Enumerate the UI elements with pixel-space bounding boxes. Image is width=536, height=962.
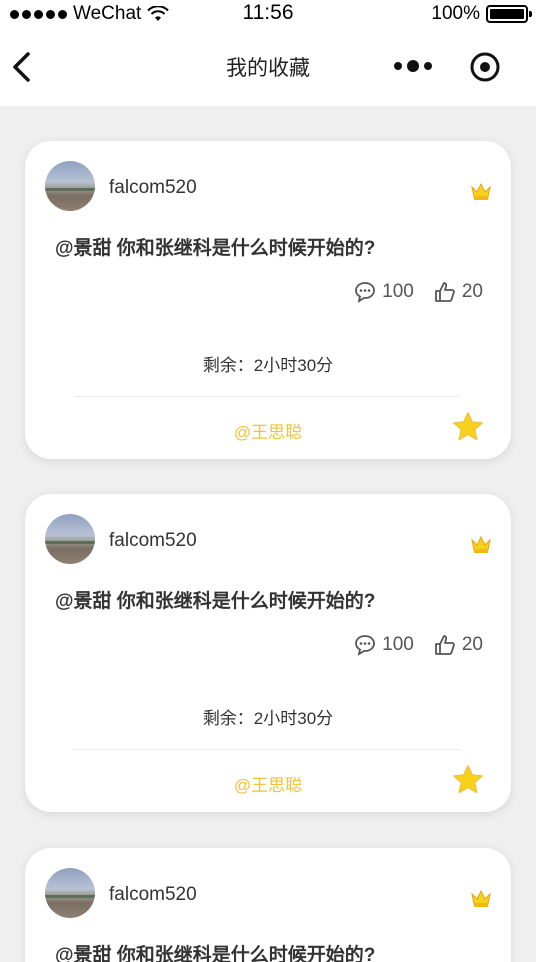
favorite-card[interactable]: falcom520 @景甜 你和张继科是什么时候开始的? 100 20 剩余：2… (25, 494, 511, 812)
nav-bar: 我的收藏 (0, 28, 536, 106)
favorite-card[interactable]: falcom520 @景甜 你和张继科是什么时候开始的? (25, 848, 511, 962)
comment-stat[interactable]: 100 (354, 281, 414, 303)
stats-row: 100 20 (354, 281, 483, 303)
crown-icon (471, 889, 491, 907)
comment-count: 100 (382, 281, 414, 302)
username[interactable]: falcom520 (109, 177, 197, 199)
remaining-time: 剩余：2小时30分 (202, 709, 334, 728)
favorite-card[interactable]: falcom520 @景甜 你和张继科是什么时候开始的? 100 20 剩余：2… (25, 141, 511, 459)
question-text[interactable]: @景甜 你和张继科是什么时候开始的? (55, 233, 375, 260)
username[interactable]: falcom520 (109, 530, 197, 552)
avatar[interactable] (45, 514, 95, 564)
mention-link[interactable]: @王思聪 (25, 418, 511, 443)
comment-icon (355, 635, 376, 656)
divider (74, 396, 460, 397)
divider (74, 749, 460, 750)
like-stat[interactable]: 20 (434, 281, 483, 303)
stats-row: 100 20 (354, 634, 483, 656)
battery-icon (486, 5, 532, 23)
star-icon[interactable] (452, 411, 484, 443)
comment-count: 100 (382, 634, 414, 655)
status-bar: WeChat 11:56 100% (0, 0, 536, 28)
mention-link[interactable]: @王思聪 (25, 771, 511, 796)
like-count: 20 (461, 634, 483, 655)
more-icon[interactable] (394, 60, 432, 72)
target-icon[interactable] (469, 51, 501, 83)
comment-icon (355, 282, 376, 303)
crown-icon (471, 182, 491, 200)
like-count: 20 (461, 281, 483, 302)
star-icon[interactable] (452, 764, 484, 796)
comment-stat[interactable]: 100 (354, 634, 414, 656)
question-text[interactable]: @景甜 你和张继科是什么时候开始的? (55, 586, 375, 613)
status-right: 100% (431, 3, 532, 25)
thumbs-up-icon (434, 635, 455, 655)
like-stat[interactable]: 20 (434, 634, 483, 656)
battery-percent: 100% (431, 3, 480, 24)
question-text[interactable]: @景甜 你和张继科是什么时候开始的? (55, 940, 375, 962)
username[interactable]: falcom520 (109, 884, 197, 906)
crown-icon (471, 535, 491, 553)
thumbs-up-icon (434, 282, 455, 302)
remaining-time: 剩余：2小时30分 (202, 356, 334, 375)
page-title: 我的收藏 (226, 57, 310, 80)
avatar[interactable] (45, 161, 95, 211)
avatar[interactable] (45, 868, 95, 918)
